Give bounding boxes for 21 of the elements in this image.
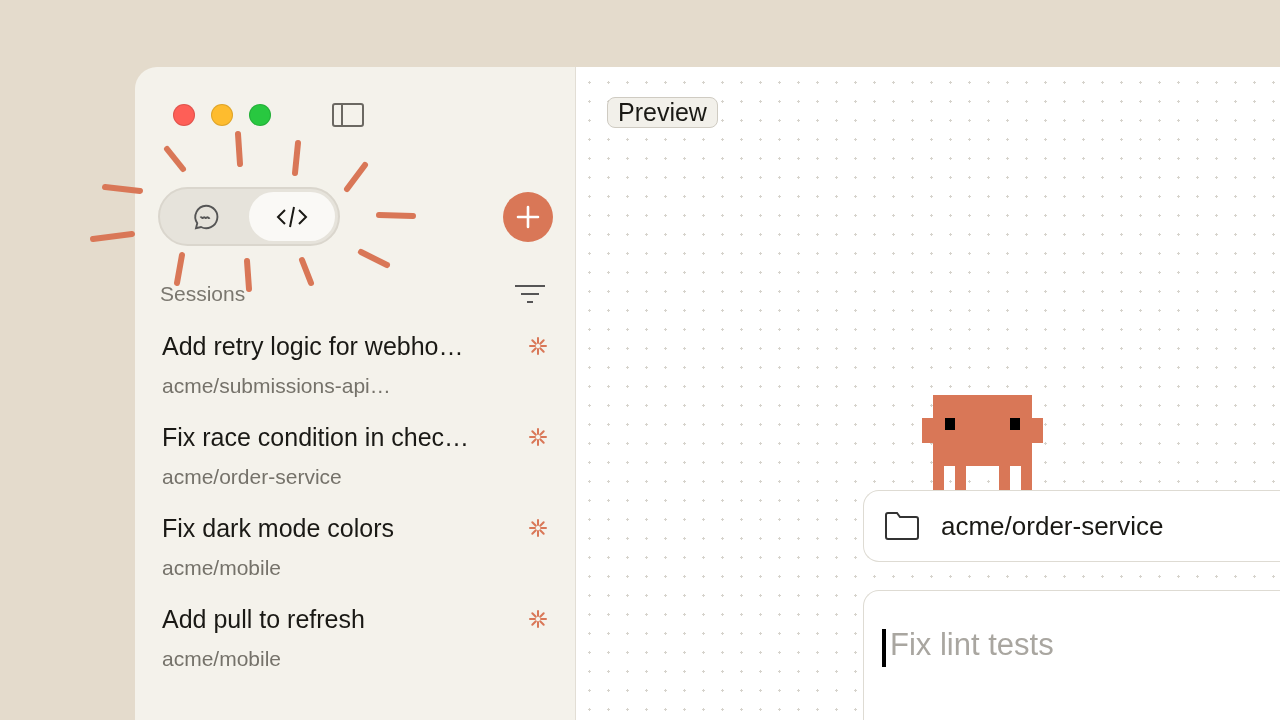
session-title[interactable]: Add pull to refresh	[162, 603, 365, 635]
new-session-button[interactable]	[503, 191, 553, 242]
session-repo: acme/mobile	[162, 555, 283, 581]
preview-button[interactable]: Preview	[607, 97, 718, 128]
text-cursor	[882, 629, 886, 667]
session-title[interactable]: Add retry logic for webho…	[162, 330, 464, 362]
session-title[interactable]: Fix dark mode colors	[162, 512, 395, 544]
filter-icon[interactable]	[515, 285, 545, 303]
prompt-placeholder: Fix lint tests	[890, 627, 1054, 662]
session-repo: acme/order-service	[162, 464, 343, 490]
folder-icon	[885, 512, 919, 540]
session-title[interactable]: Fix race condition in chec…	[162, 421, 470, 453]
section-title: Sessions	[160, 282, 246, 306]
sidebar-toggle-icon[interactable]	[332, 103, 364, 127]
close-button[interactable]	[173, 104, 195, 126]
session-repo: acme/mobile	[162, 646, 283, 672]
mode-tab[interactable]	[249, 192, 335, 241]
session-repo: acme/submissions-api…	[162, 373, 392, 399]
plus-icon	[516, 204, 540, 229]
repo-card[interactable]: acme/order-service	[863, 490, 1280, 562]
repo-name: acme/order-service	[941, 510, 1164, 542]
